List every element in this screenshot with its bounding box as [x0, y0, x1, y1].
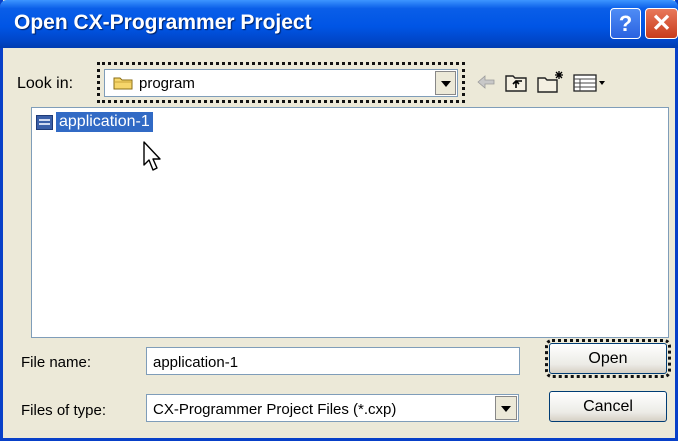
help-button[interactable]: ? [610, 8, 641, 39]
up-folder-icon[interactable] [503, 68, 529, 96]
file-type-label: Files of type: [21, 402, 107, 419]
look-in-value: program [139, 75, 195, 92]
folder-icon [113, 77, 133, 90]
open-project-dialog: Open CX-Programmer Project ? ✕ Look in: … [0, 0, 678, 441]
file-name-input[interactable]: application-1 [146, 347, 520, 375]
open-button[interactable]: Open [545, 339, 671, 378]
views-menu-icon[interactable] [571, 68, 611, 96]
list-item[interactable]: application-1 [36, 112, 153, 132]
look-in-dropdown[interactable]: program [104, 69, 458, 97]
list-item-label: application-1 [56, 112, 153, 132]
mouse-pointer-icon [143, 141, 161, 171]
title-bar[interactable]: Open CX-Programmer Project ? ✕ [0, 0, 678, 48]
file-list[interactable]: application-1 [31, 107, 669, 338]
close-button[interactable]: ✕ [645, 8, 678, 39]
look-in-dropdown-arrow[interactable] [435, 71, 456, 95]
file-type-dropdown-arrow[interactable] [495, 396, 517, 420]
file-type-dropdown[interactable]: CX-Programmer Project Files (*.cxp) [146, 394, 519, 422]
look-in-label: Look in: [17, 75, 74, 92]
project-file-icon [36, 114, 53, 130]
file-name-label: File name: [21, 354, 92, 371]
file-type-value: CX-Programmer Project Files (*.cxp) [153, 401, 397, 418]
new-folder-icon[interactable] [535, 68, 565, 96]
cancel-button[interactable]: Cancel [549, 391, 667, 422]
back-arrow-icon[interactable] [475, 68, 497, 96]
dialog-title: Open CX-Programmer Project [14, 11, 312, 34]
